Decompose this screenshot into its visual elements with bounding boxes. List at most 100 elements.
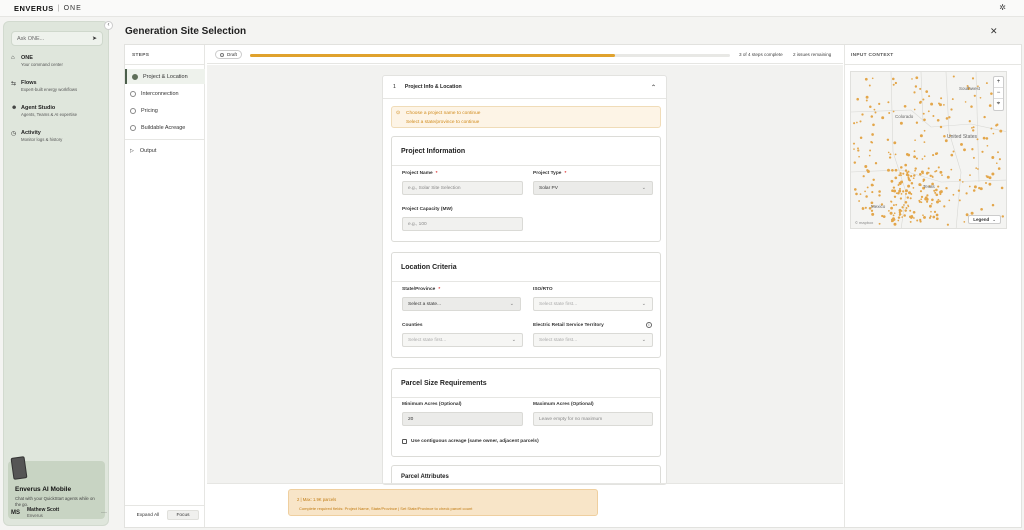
project-name-input[interactable]: e.g., Solar Site Selection <box>402 181 523 195</box>
section-header[interactable]: 1 Project Info & Location ⌃ <box>383 76 666 99</box>
parcel-dot <box>909 209 912 212</box>
parcel-dot <box>874 111 877 114</box>
parcel-dot <box>913 91 916 94</box>
min-acres-label: Minimum Acres (Optional) <box>402 402 462 407</box>
sidebar-item-subtitle: Agents, Teams & AI expertise <box>21 112 78 117</box>
select-value: Select state first... <box>408 337 447 343</box>
settings-icon[interactable]: ✲ <box>999 3 1006 12</box>
sidebar-item-agent-studio[interactable]: ☻ Agent Studio Agents, Teams & AI expert… <box>11 105 107 117</box>
step-pricing[interactable]: Pricing <box>125 103 205 118</box>
more-icon[interactable]: ··· <box>101 510 107 516</box>
send-icon[interactable]: ➤ <box>92 35 97 42</box>
user-profile[interactable]: MS Mathew Scott Enverus ··· <box>11 507 107 518</box>
ers-territory-select[interactable]: Select state first... ⌄ <box>533 333 653 347</box>
label-text: Project Name <box>402 171 433 176</box>
step-interconnection[interactable]: Interconnection <box>125 86 205 101</box>
contiguous-checkbox[interactable]: Use contiguous acreage (same owner, adja… <box>402 439 539 444</box>
chevron-up-icon[interactable]: ⌃ <box>651 84 656 91</box>
parcel-dot <box>931 203 933 205</box>
sidebar-item-subtitle: Expert-built energy workflows <box>21 87 78 92</box>
parcel-dot <box>897 184 900 186</box>
parcel-dot <box>935 188 938 192</box>
parcel-dot <box>870 140 873 144</box>
parcel-dot <box>919 173 922 176</box>
parcel-dot <box>873 108 876 111</box>
parcel-dot <box>890 206 894 210</box>
step-status-icon <box>130 90 136 97</box>
sidebar-item-one[interactable]: ⌂ ONE Your command center <box>11 55 107 67</box>
parcel-dot <box>985 175 988 177</box>
divider <box>845 64 1022 65</box>
zoom-in-button[interactable]: + <box>994 77 1003 88</box>
product-name: ONE <box>63 4 82 12</box>
collapse-sidebar-button[interactable]: ‹ <box>104 21 113 30</box>
parcel-dot <box>853 122 856 125</box>
parcel-dot <box>981 150 984 153</box>
context-heading: INPUT CONTEXT <box>851 53 894 58</box>
mapbox-attribution[interactable]: © mapbox <box>855 220 873 225</box>
chevron-down-icon: ⌄ <box>641 185 646 191</box>
parcel-dot <box>897 219 900 222</box>
sidebar-item-flows[interactable]: ⇆ Flows Expert-built energy workflows <box>11 80 107 92</box>
ask-input[interactable]: Ask ONE... ➤ <box>11 31 103 46</box>
counties-select[interactable]: Select state first... ⌄ <box>402 333 523 347</box>
parcel-dot <box>937 185 940 188</box>
parcel-dot <box>900 166 903 169</box>
parcel-dot <box>856 121 858 124</box>
min-acres-input[interactable]: 20 <box>402 412 523 426</box>
info-icon[interactable]: i <box>646 322 652 328</box>
step-label: Interconnection <box>141 90 179 97</box>
parcel-dot <box>927 110 930 113</box>
parcel-dot <box>853 161 857 164</box>
max-acres-input[interactable]: Leave empty for no maximum <box>533 412 653 426</box>
site-map[interactable]: United States Southwest Colorado Texas M… <box>850 71 1007 229</box>
step-project-location[interactable]: Project & Location <box>125 69 205 84</box>
parcel-dot <box>928 204 932 208</box>
section-number: 1 <box>393 84 396 90</box>
phone-icon <box>10 456 28 480</box>
parcel-dot <box>893 195 897 198</box>
parcel-dot <box>964 101 967 103</box>
main-content[interactable]: 1 Project Info & Location ⌃ ⊙ Choose a p… <box>207 65 843 485</box>
checkbox-box[interactable] <box>402 439 407 444</box>
state-select[interactable]: Select a state... ⌄ <box>402 297 521 311</box>
parcel-dot <box>895 203 898 206</box>
legend-button[interactable]: Legend ⌄ <box>968 215 1001 224</box>
step-buildable-acreage[interactable]: Buildable Acreage <box>125 120 205 135</box>
parcel-dot <box>892 110 895 113</box>
parcel-dot <box>881 116 885 120</box>
brand-logo[interactable]: ENVERUS <box>14 4 54 13</box>
step-output[interactable]: ▷ Output <box>125 143 205 158</box>
parcel-dot <box>871 212 875 216</box>
step-label: Output <box>139 147 157 154</box>
project-capacity-input[interactable]: e.g., 100 <box>402 217 523 231</box>
parcel-dot <box>866 186 869 189</box>
parcel-dot <box>932 215 936 219</box>
focus-button[interactable]: Focus <box>167 510 199 520</box>
parcel-dot <box>986 144 989 147</box>
close-icon[interactable]: ✕ <box>990 26 998 37</box>
iso-rto-select[interactable]: Select state first... ⌄ <box>533 297 653 311</box>
parcel-dot <box>904 163 908 167</box>
parcel-dot <box>997 167 1001 170</box>
expand-all-button[interactable]: Expand All <box>131 510 165 520</box>
parcel-dot <box>913 174 916 177</box>
parcel-dot <box>858 155 860 158</box>
parcel-dot <box>945 187 948 190</box>
parcel-dot <box>892 77 895 81</box>
sidebar-item-activity[interactable]: ◷ Activity Monitor logs & history <box>11 130 107 142</box>
parcel-dot <box>937 198 940 201</box>
parcel-dot <box>999 129 1003 133</box>
project-type-select[interactable]: Solar PV ⌄ <box>533 181 653 195</box>
steps-panel: STEPS Project & Location Interconnection… <box>125 45 205 527</box>
compass-icon[interactable]: ⌖ <box>994 99 1003 110</box>
issues-remaining-text[interactable]: 2 issues remaining <box>793 52 831 57</box>
parcel-dot <box>904 169 908 172</box>
parcel-dot <box>925 90 929 93</box>
parcel-dot <box>965 192 968 195</box>
parcel-dot <box>922 112 925 115</box>
parcel-dot <box>907 153 911 157</box>
zoom-out-button[interactable]: − <box>994 88 1003 99</box>
top-bar: ENVERUS | ONE ✲ <box>0 0 1024 17</box>
sidebar: Ask ONE... ➤ ⌂ ONE Your command center ⇆… <box>3 21 109 526</box>
